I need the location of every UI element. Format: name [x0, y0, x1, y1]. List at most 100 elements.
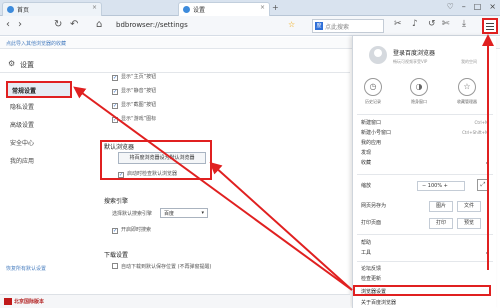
print-button[interactable]: 打印	[429, 218, 453, 229]
incognito-button[interactable]: ◑ 隐身窗口	[401, 78, 437, 105]
option-label: 显示“截图”按钮	[121, 102, 157, 108]
checkbox[interactable]: ✓	[112, 228, 118, 234]
divider	[357, 261, 493, 262]
menu-line	[486, 29, 494, 30]
restore-defaults-link[interactable]: 恢复所有默认设置	[6, 265, 46, 272]
mask-icon: ◑	[410, 78, 428, 96]
history-button[interactable]: ◷ 历史记录	[355, 78, 391, 105]
screenshot-icon[interactable]: ✂	[394, 19, 402, 29]
baidu-icon: 度	[315, 22, 323, 30]
checkbox[interactable]: ✓	[118, 172, 124, 178]
instant-search-option[interactable]: ✓ 开启即时搜索	[112, 226, 151, 234]
tab-label: 设置	[193, 7, 206, 14]
avatar[interactable]	[369, 46, 387, 64]
save-page-label: 网页另存为	[361, 203, 387, 209]
import-bookmarks-link[interactable]: 点此导入其他浏览器的收藏	[6, 41, 66, 47]
sidebar-item-privacy[interactable]: 隐私设置	[10, 102, 34, 111]
home-icon[interactable]: ⌂	[96, 19, 102, 30]
menu-line	[486, 26, 494, 27]
search-placeholder: 点此搜索	[325, 24, 350, 31]
save-file-button[interactable]: 文件	[457, 201, 481, 212]
menu-item-tools[interactable]: 工具	[361, 249, 371, 256]
star-icon: ☆	[458, 78, 476, 96]
menu-item-new-alt-window[interactable]: 新建小号窗口	[361, 129, 391, 136]
checkbox[interactable]: ✓	[112, 75, 118, 81]
set-default-browser-button[interactable]: 将百度浏览器设为默认浏览器	[118, 152, 206, 164]
maximize-icon[interactable]: □	[474, 2, 482, 11]
tab-settings[interactable]: 设置 ×	[178, 2, 270, 16]
menu-item-my-apps[interactable]: 我的应用	[361, 139, 381, 146]
gear-icon	[183, 6, 190, 13]
sidebar-item-general[interactable]: 常规设置	[6, 81, 72, 98]
window-controls: ♡ – □ ×	[447, 2, 496, 11]
sidebar-item-label: 常规设置	[12, 88, 37, 95]
quick-label: 隐身窗口	[411, 99, 427, 104]
my-space-link[interactable]: 我的空间	[461, 59, 477, 65]
fullscreen-icon[interactable]: ⤢	[477, 179, 489, 191]
close-window-icon[interactable]: ×	[489, 2, 496, 11]
menu-item-new-window[interactable]: 新建窗口	[361, 119, 381, 126]
option-screenshot-button[interactable]: ✓ 显示“截图”按钮	[112, 101, 156, 109]
refresh-icon[interactable]: ↻	[54, 19, 62, 30]
star-icon[interactable]: ☆	[288, 20, 295, 29]
new-tab-button[interactable]: +	[272, 3, 279, 12]
address-row: ‹ › ↻ ↶ ⌂ bdbrowser://settings ☆ 度 点此搜索 …	[0, 16, 500, 36]
settings-header: ⚙ 设置	[0, 57, 350, 73]
select-value: 百度	[164, 211, 175, 217]
close-icon[interactable]: ×	[260, 4, 265, 11]
address-input[interactable]: bdbrowser://settings	[112, 19, 302, 33]
skin-icon[interactable]: ♡	[447, 2, 454, 11]
download-icon[interactable]: ⤓	[462, 19, 466, 29]
forward-icon[interactable]: ›	[18, 19, 22, 30]
close-icon[interactable]: ×	[92, 4, 97, 11]
menu-line	[486, 23, 494, 24]
download-heading: 下载设置	[104, 252, 129, 259]
chevron-down-icon: ▾	[201, 210, 204, 216]
clock-icon: ◷	[364, 78, 382, 96]
main-menu-panel: 登录百度浏览器 畅玩可视频享受VIP 我的空间 ◷ 历史记录 ◑ 隐身窗口 ☆ …	[352, 36, 496, 308]
cut-icon[interactable]: ✄	[442, 19, 450, 29]
menu-item-help[interactable]: 帮助	[361, 239, 371, 246]
mute-icon[interactable]: ♪	[412, 19, 418, 29]
tab-bar: 首页 × 设置 × + ♡ – □ ×	[0, 0, 500, 16]
shortcut: Ctrl+Shift+N	[462, 130, 488, 135]
menu-item-about[interactable]: 关于百度浏览器	[361, 299, 396, 306]
option-label: 显示“游戏”图标	[121, 116, 157, 122]
option-mute-button[interactable]: ✓ 显示“静音”按钮	[112, 87, 156, 95]
sidebar-item-security[interactable]: 安全中心	[10, 138, 34, 147]
login-subtitle: 畅玩可视频享受VIP	[393, 59, 428, 64]
checkbox[interactable]: ✓	[112, 103, 118, 109]
minimize-icon[interactable]: –	[462, 2, 466, 11]
main-menu-button[interactable]	[482, 18, 498, 34]
menu-item-favorites[interactable]: 收藏	[361, 159, 371, 166]
checkbox[interactable]	[112, 263, 118, 269]
sidebar-item-apps[interactable]: 我的应用	[10, 156, 34, 165]
search-engine-select[interactable]: 百度 ▾	[160, 208, 208, 218]
zoom-control[interactable]: − 100% +	[417, 181, 465, 191]
page-title: 设置	[20, 61, 34, 69]
tab-home[interactable]: 首页 ×	[2, 2, 102, 16]
bookmark-manager-button[interactable]: ☆ 收藏管理器	[449, 78, 485, 105]
option-game-icon[interactable]: ✓ 显示“游戏”图标	[112, 115, 156, 123]
option-home-button[interactable]: ✓ 显示“主页”按钮	[112, 73, 156, 81]
checkbox[interactable]: ✓	[112, 117, 118, 123]
browser-icon	[7, 6, 14, 13]
auto-download-option[interactable]: 自动下载到默认保存位置 (不再弹窗提醒)	[112, 263, 212, 270]
tab-label: 首页	[17, 7, 30, 14]
menu-item-discover[interactable]: 发现	[361, 149, 371, 156]
menu-item-feedback[interactable]: 论坛反馈	[361, 265, 381, 272]
print-preview-button[interactable]: 预览	[457, 218, 481, 229]
save-image-button[interactable]: 图片	[429, 201, 453, 212]
back-icon[interactable]: ‹	[6, 19, 10, 30]
checkbox[interactable]: ✓	[112, 89, 118, 95]
search-input[interactable]: 度 点此搜索	[312, 19, 384, 33]
check-default-option[interactable]: ✓ 启动时检查默认浏览器	[118, 170, 177, 178]
menu-item-update[interactable]: 检查更新	[361, 275, 381, 282]
sync-icon[interactable]: ↺	[428, 19, 436, 29]
sidebar-item-advanced[interactable]: 高级设置	[10, 120, 34, 129]
option-label: 显示“主页”按钮	[121, 74, 157, 80]
quick-label: 历史记录	[365, 99, 381, 104]
menu-item-browser-settings[interactable]: 浏览器设置	[353, 285, 491, 296]
login-title[interactable]: 登录百度浏览器	[393, 48, 435, 57]
undo-icon[interactable]: ↶	[70, 19, 78, 30]
